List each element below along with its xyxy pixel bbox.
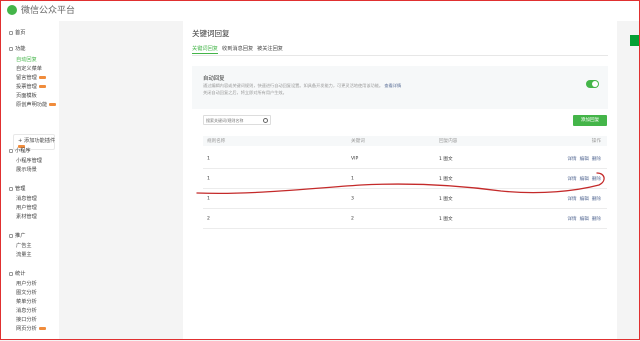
details-link[interactable]: 详情 [567,197,576,202]
sidebar-group-manage: 管理 [9,185,25,192]
new-badge [49,103,57,106]
sidebar-home[interactable]: 首页 [9,29,25,36]
delete-link[interactable]: 删除 [592,197,601,202]
sidebar-item-votes[interactable]: 投票管理 [16,83,46,90]
row-actions: 详情 编辑 删除 [564,216,601,222]
sidebar-item-users[interactable]: 用户管理 [16,204,37,211]
rule-name: 1 [207,196,210,201]
rule-name: 2 [207,216,210,221]
new-badge [38,327,46,330]
rule-reply: 1 图文 [439,156,453,162]
sidebar-item-api-analysis[interactable]: 接口分析 [16,316,37,323]
edit-link[interactable]: 编辑 [580,217,589,222]
new-badge [38,85,46,88]
sidebar-group-stats: 统计 [9,270,25,277]
top-bar: 微信公众平台 [1,1,639,21]
rule-keyword: 2 [351,216,354,221]
sidebar-item-user-analysis[interactable]: 用户分析 [16,280,37,287]
table-row: 1 VIP 1 图文 详情 编辑 删除 [203,149,607,169]
sidebar-item-mp-manage[interactable]: 小程序管理 [16,157,42,164]
column-header-keyword: 关键词 [351,139,365,144]
sidebar-item-showcase[interactable]: 展示场景 [16,166,37,173]
sidebar-item-publisher[interactable]: 流量主 [16,251,32,258]
column-header-actions: 操作 [591,139,601,144]
promotion-icon [9,233,13,238]
row-actions: 详情 编辑 删除 [564,176,601,182]
search-icon[interactable] [263,118,268,123]
sidebar-group-miniprogram: 小程序 [9,147,31,154]
sidebar-item-advertiser[interactable]: 广告主 [16,242,32,249]
wechat-logo-icon [7,5,17,15]
column-header-name: 规则名称 [207,139,226,144]
auto-reply-card: 自动回复 通过编辑内容或关键词规则，快速进行自动回复设置。如具备开发能力，可更灵… [192,66,608,109]
row-actions: 详情 编辑 删除 [564,196,601,202]
search-input[interactable] [206,116,260,124]
edit-link[interactable]: 编辑 [580,197,589,202]
tab-keyword-reply[interactable]: 关键词回复 [192,45,218,54]
tab-message-reply[interactable]: 收到消息回复 [222,45,253,52]
rule-reply: 1 图文 [439,176,453,182]
miniprogram-icon [9,148,13,153]
column-header-reply: 回复内容 [439,139,458,144]
sidebar-group-promotion: 推广 [9,232,25,239]
view-details-link[interactable]: 查看详情 [384,83,401,88]
side-feedback-tab[interactable] [630,35,639,46]
details-link[interactable]: 详情 [567,157,576,162]
add-reply-button[interactable]: 添加回复 [573,115,607,126]
new-badge [38,76,46,79]
rule-keyword: VIP [351,156,359,161]
sidebar-item-menu-analysis[interactable]: 菜单分析 [16,298,37,305]
tab-bar: 关键词回复 收到消息回复 被关注回复 [192,43,608,56]
tab-follow-reply[interactable]: 被关注回复 [257,45,283,52]
app-title: 微信公众平台 [21,6,76,16]
sidebar-item-message-analysis[interactable]: 消息分析 [16,307,37,314]
rule-keyword: 3 [351,196,354,201]
delete-link[interactable]: 删除 [592,157,601,162]
auto-reply-title: 自动回复 [203,76,225,82]
rule-reply: 1 图文 [439,216,453,222]
row-actions: 详情 编辑 删除 [564,156,601,162]
manage-icon [9,186,13,191]
rule-name: 1 [207,156,210,161]
sidebar-item-messages[interactable]: 消息管理 [16,195,37,202]
sidebar-item-original[interactable]: 原创声明功能 [16,101,57,108]
function-icon [9,46,13,51]
sidebar-item-auto-reply[interactable]: 自动回复 [16,56,37,63]
sidebar-item-page-template[interactable]: 页面模板 [16,92,37,99]
delete-link[interactable]: 删除 [592,217,601,222]
add-plugin-label: + 添加功能插件 [18,138,56,144]
search-box[interactable] [203,115,271,125]
table-header: 规则名称 关键词 回复内容 操作 [203,136,607,146]
stats-icon [9,271,13,276]
page-title: 关键词回复 [192,29,230,38]
sidebar: 首页 功能 自动回复 自定义菜单 留言管理 投票管理 页面模板 原创声明功能 +… [1,21,59,339]
auto-reply-toggle[interactable] [586,80,599,88]
table-row: 1 1 1 图文 详情 编辑 删除 [203,169,607,189]
edit-link[interactable]: 编辑 [580,157,589,162]
sidebar-item-article-analysis[interactable]: 图文分析 [16,289,37,296]
table-row: 2 2 1 图文 详情 编辑 删除 [203,209,607,229]
edit-link[interactable]: 编辑 [580,177,589,182]
home-icon [9,30,13,35]
sidebar-item-custom-menu[interactable]: 自定义菜单 [16,65,42,72]
rule-name: 1 [207,176,210,181]
table-row: 1 3 1 图文 详情 编辑 删除 [203,189,607,209]
sidebar-item-materials[interactable]: 素材管理 [16,213,37,220]
auto-reply-description: 通过编辑内容或关键词规则，快速进行自动回复设置。如具备开发能力，可更灵活地使用该… [203,83,402,95]
details-link[interactable]: 详情 [567,217,576,222]
sidebar-item-web-analysis[interactable]: 网页分析 [16,325,46,332]
rule-keyword: 1 [351,176,354,181]
sidebar-item-comments[interactable]: 留言管理 [16,74,46,81]
details-link[interactable]: 详情 [567,177,576,182]
rule-reply: 1 图文 [439,196,453,202]
delete-link[interactable]: 删除 [592,177,601,182]
sidebar-group-function: 功能 [9,45,25,52]
